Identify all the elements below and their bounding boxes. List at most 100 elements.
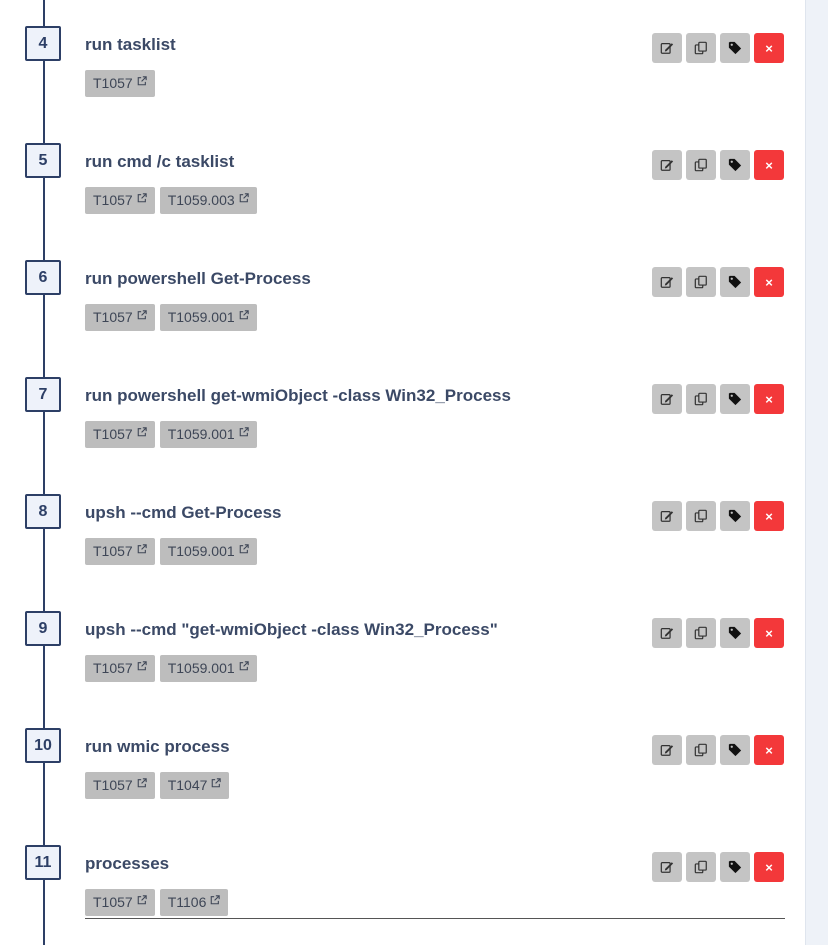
technique-tag-link[interactable]: T1057 (85, 187, 155, 214)
technique-id: T1057 (93, 426, 133, 442)
external-link-icon (137, 777, 147, 787)
step-tags: T1057 T1059.001 (85, 655, 257, 682)
copy-button[interactable] (686, 735, 716, 765)
technique-tag-link[interactable]: T1059.001 (159, 538, 257, 565)
technique-id: T1106 (167, 894, 207, 910)
tag-button[interactable] (720, 267, 750, 297)
edit-button[interactable] (652, 33, 682, 63)
step-tags: T1057 T1059.001 (85, 421, 257, 448)
technique-tag-link[interactable]: T1057 (85, 889, 155, 916)
delete-button[interactable]: × (754, 618, 784, 648)
copy-icon (694, 41, 707, 55)
step-item-4: 4 run tasklist T1057 × (0, 0, 805, 117)
step-item-5: 5 run cmd /c tasklist T1057 T1059.003 × (0, 117, 805, 234)
tag-button[interactable] (720, 501, 750, 531)
technique-id: T1057 (93, 777, 133, 793)
technique-tag-link[interactable]: T1057 (85, 70, 155, 97)
delete-button[interactable]: × (754, 150, 784, 180)
copy-icon (694, 860, 707, 874)
step-tags: T1057 T1059.001 (85, 304, 257, 331)
delete-icon: × (765, 274, 773, 290)
copy-button[interactable] (686, 384, 716, 414)
edit-button[interactable] (652, 852, 682, 882)
tag-icon (728, 743, 742, 757)
technique-tag-link[interactable]: T1047 (159, 772, 230, 799)
edit-icon (660, 277, 674, 288)
copy-button[interactable] (686, 267, 716, 297)
delete-button[interactable]: × (754, 735, 784, 765)
copy-button[interactable] (686, 33, 716, 63)
step-number: 4 (25, 26, 61, 61)
edit-button[interactable] (652, 384, 682, 414)
copy-icon (694, 275, 707, 289)
tag-icon (728, 41, 742, 55)
tag-button[interactable] (720, 384, 750, 414)
delete-icon: × (765, 742, 773, 758)
technique-id: T1057 (93, 543, 133, 559)
edit-button[interactable] (652, 618, 682, 648)
external-link-icon (239, 309, 249, 319)
copy-icon (694, 392, 707, 406)
edit-button[interactable] (652, 150, 682, 180)
tag-button[interactable] (720, 852, 750, 882)
delete-button[interactable]: × (754, 852, 784, 882)
technique-tag-link[interactable]: T1059.001 (159, 421, 257, 448)
technique-id: T1057 (93, 192, 133, 208)
step-number: 6 (25, 260, 61, 295)
delete-icon: × (765, 508, 773, 524)
copy-icon (694, 509, 707, 523)
step-number: 10 (25, 728, 61, 763)
delete-icon: × (765, 625, 773, 641)
delete-button[interactable]: × (754, 384, 784, 414)
technique-tag-link[interactable]: T1057 (85, 655, 155, 682)
technique-tag-link[interactable]: T1057 (85, 421, 155, 448)
step-tags: T1057 (85, 70, 155, 97)
edit-icon (660, 745, 674, 756)
right-side-panel (805, 0, 828, 945)
copy-button[interactable] (686, 852, 716, 882)
technique-tag-link[interactable]: T1057 (85, 772, 155, 799)
tag-button[interactable] (720, 150, 750, 180)
external-link-icon (239, 426, 249, 436)
technique-tag-link[interactable]: T1059.001 (159, 655, 257, 682)
tag-icon (728, 860, 742, 874)
step-item-7: 7 run powershell get-wmiObject -class Wi… (0, 351, 805, 468)
technique-tag-link[interactable]: T1059.001 (159, 304, 257, 331)
step-tags: T1057 T1059.001 (85, 538, 257, 565)
technique-id: T1057 (93, 894, 133, 910)
edit-button[interactable] (652, 267, 682, 297)
copy-button[interactable] (686, 501, 716, 531)
step-actions: × (652, 384, 784, 414)
technique-tag-link[interactable]: T1057 (85, 304, 155, 331)
copy-button[interactable] (686, 150, 716, 180)
step-actions: × (652, 852, 784, 882)
step-actions: × (652, 33, 784, 63)
delete-icon: × (765, 391, 773, 407)
external-link-icon (239, 660, 249, 670)
edit-icon (660, 160, 674, 171)
tag-button[interactable] (720, 618, 750, 648)
tag-button[interactable] (720, 735, 750, 765)
step-item-10: 10 run wmic process T1057 T1047 × (0, 702, 805, 819)
tag-icon (728, 626, 742, 640)
step-tags: T1057 T1047 (85, 772, 230, 799)
technique-tag-link[interactable]: T1059.003 (159, 187, 257, 214)
copy-button[interactable] (686, 618, 716, 648)
technique-tag-link[interactable]: T1106 (159, 889, 229, 916)
technique-id: T1059.001 (167, 543, 235, 559)
tag-button[interactable] (720, 33, 750, 63)
external-link-icon (211, 894, 221, 904)
delete-button[interactable]: × (754, 33, 784, 63)
delete-button[interactable]: × (754, 501, 784, 531)
technique-id: T1047 (167, 777, 208, 793)
external-link-icon (137, 75, 147, 85)
technique-id: T1057 (93, 309, 133, 325)
technique-tag-link[interactable]: T1057 (85, 538, 155, 565)
delete-button[interactable]: × (754, 267, 784, 297)
external-link-icon (137, 309, 147, 319)
edit-icon (660, 511, 674, 522)
delete-icon: × (765, 859, 773, 875)
edit-button[interactable] (652, 735, 682, 765)
external-link-icon (137, 192, 147, 202)
edit-button[interactable] (652, 501, 682, 531)
